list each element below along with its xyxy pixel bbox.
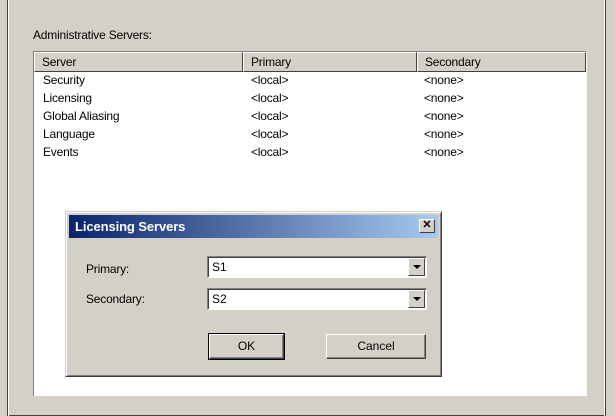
listview-header: Server Primary Secondary [34,52,586,72]
row-primary: <local> [251,91,289,105]
column-header-primary[interactable]: Primary [243,52,417,72]
row-server: Events [43,145,79,159]
primary-value: S1 [212,260,227,274]
secondary-dropdown-button[interactable] [408,290,425,308]
table-row[interactable]: Language <local> <none> [34,126,586,144]
cancel-button[interactable]: Cancel [326,334,426,359]
chevron-down-icon [413,265,421,269]
row-primary: <local> [251,73,289,87]
row-secondary: <none> [424,127,464,141]
dialog-title: Licensing Servers [75,219,186,234]
primary-dropdown-button[interactable] [408,258,425,276]
licensing-servers-dialog: Licensing Servers ✕ Primary: S1 Secondar… [65,211,442,377]
row-server: Security [43,73,85,87]
listview-rows: Security <local> <none> Licensing <local… [34,72,586,162]
row-secondary: <none> [424,73,464,87]
dialog-titlebar[interactable]: Licensing Servers ✕ [69,215,438,238]
ok-button[interactable]: OK [208,333,285,360]
primary-label: Primary: [86,262,130,276]
row-secondary: <none> [424,145,464,159]
secondary-label: Secondary: [86,292,145,306]
row-server: Global Aliasing [43,109,120,123]
row-secondary: <none> [424,91,464,105]
chevron-down-icon [413,297,421,301]
row-secondary: <none> [424,109,464,123]
table-row[interactable]: Events <local> <none> [34,144,586,162]
row-primary: <local> [251,145,289,159]
row-server: Language [43,127,95,141]
secondary-value: S2 [212,292,227,306]
table-row[interactable]: Security <local> <none> [34,72,586,90]
row-server: Licensing [43,91,92,105]
primary-combobox[interactable]: S1 [207,256,427,278]
column-header-server[interactable]: Server [34,52,243,72]
secondary-combobox[interactable]: S2 [207,288,427,310]
row-primary: <local> [251,127,289,141]
close-icon[interactable]: ✕ [419,219,435,233]
column-header-secondary[interactable]: Secondary [417,52,586,72]
section-label: Administrative Servers: [33,28,152,42]
row-primary: <local> [251,109,289,123]
table-row[interactable]: Licensing <local> <none> [34,90,586,108]
table-row[interactable]: Global Aliasing <local> <none> [34,108,586,126]
